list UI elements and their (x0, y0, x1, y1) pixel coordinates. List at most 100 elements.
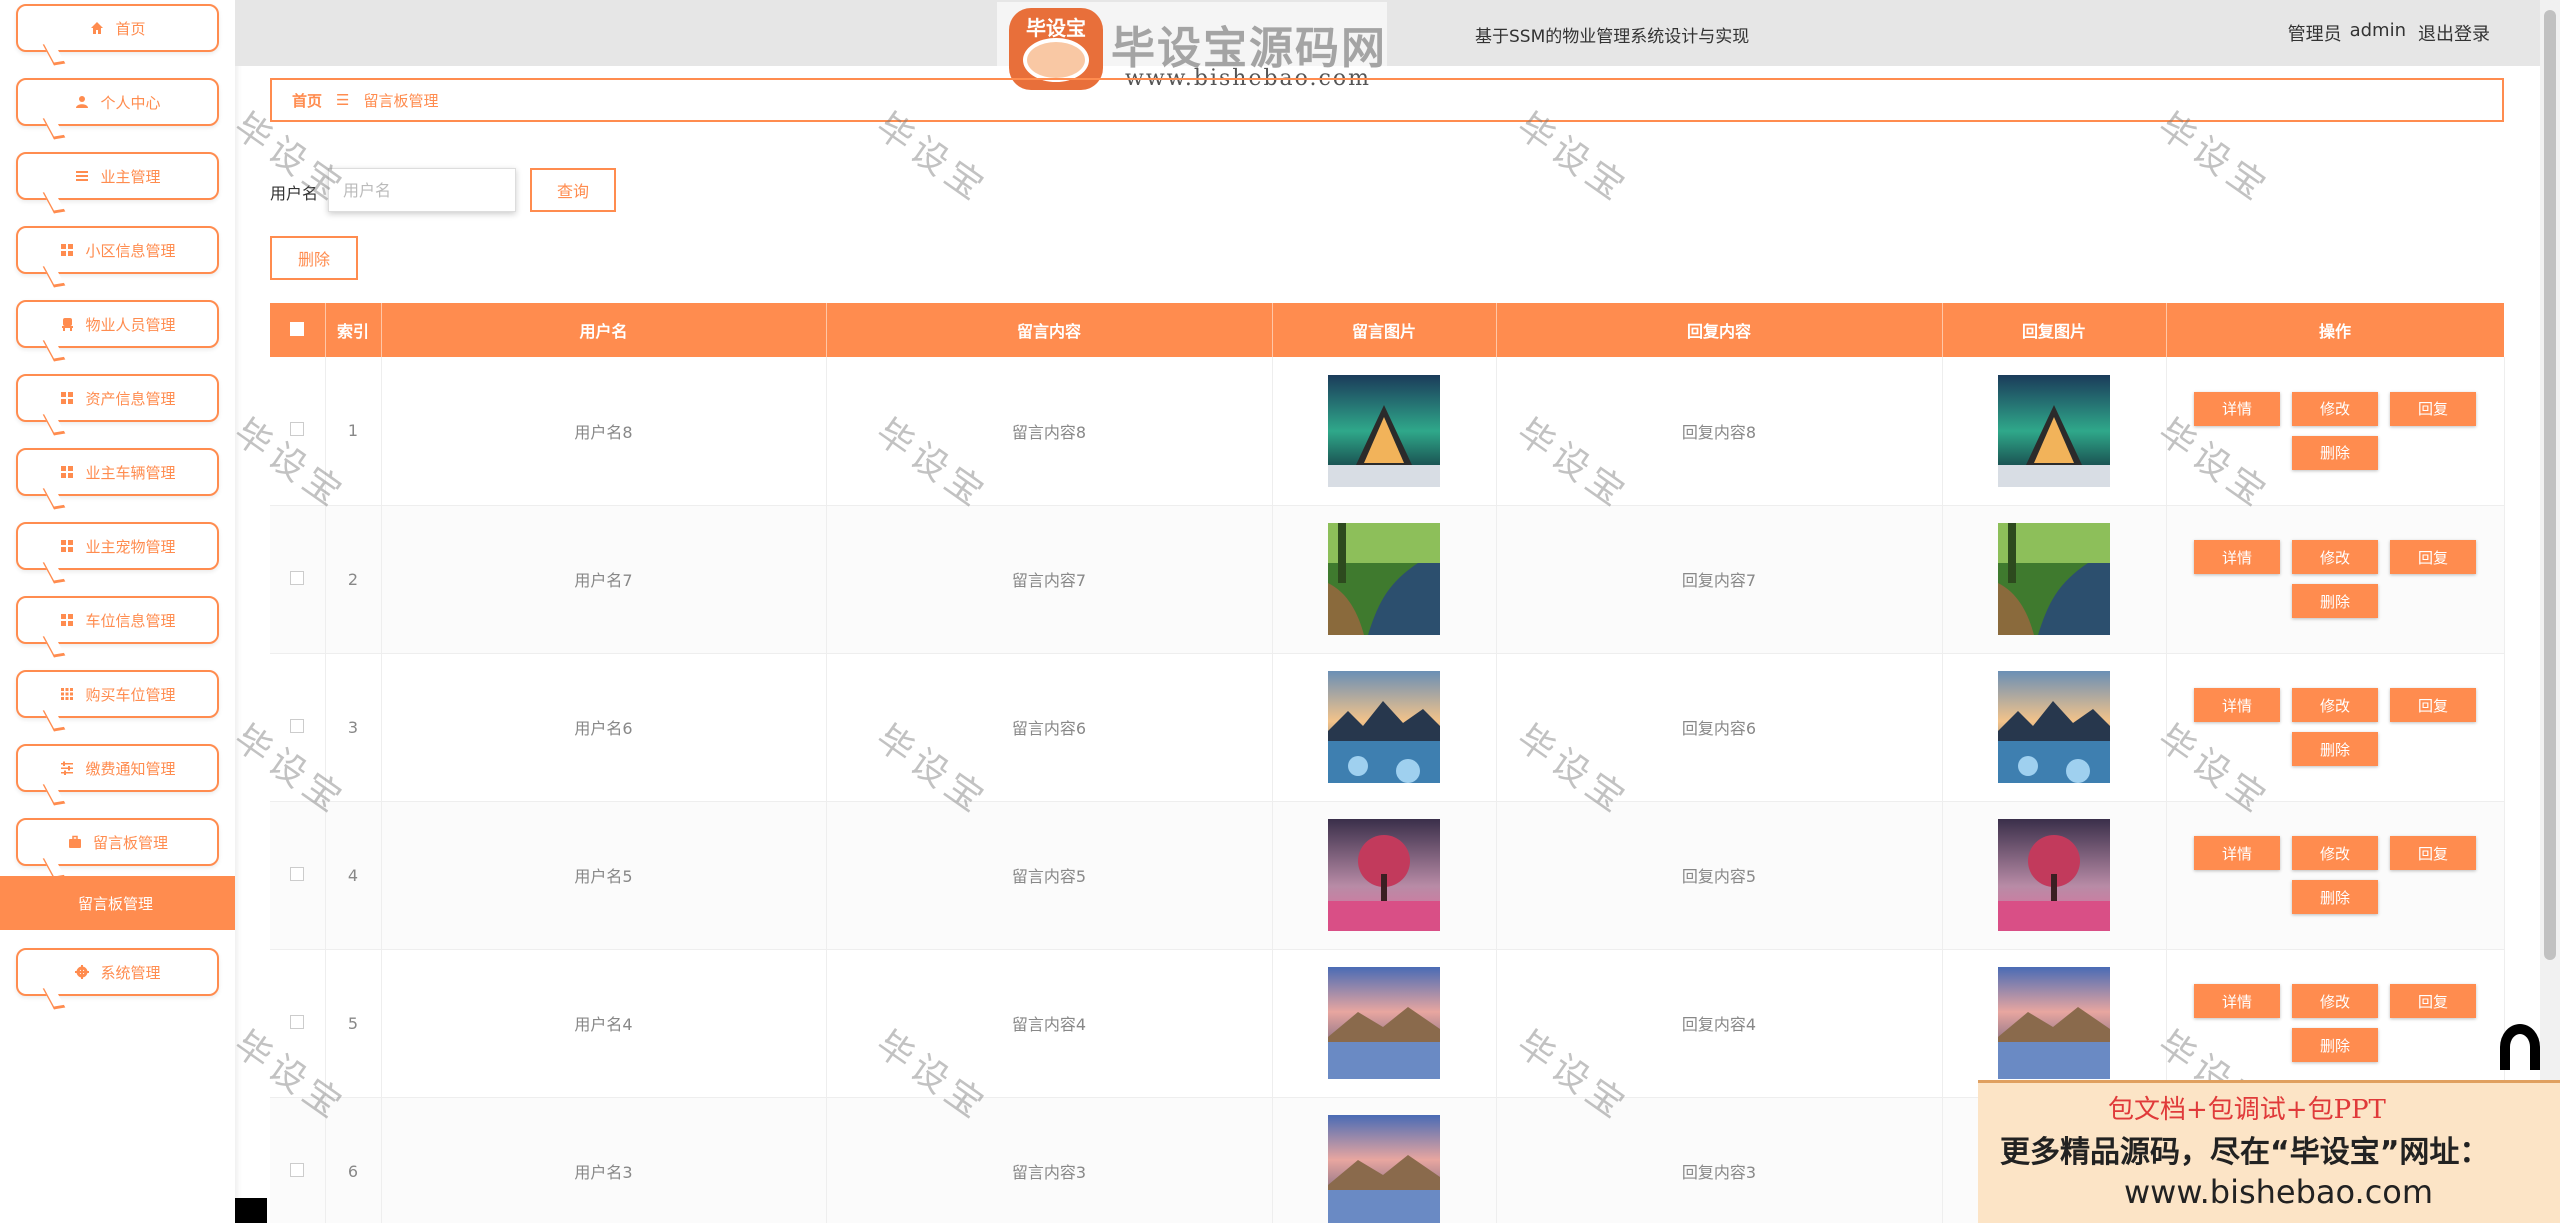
edit-button[interactable]: 修改 (2292, 391, 2378, 426)
row-message-image (1272, 949, 1497, 1098)
sidebar-item-label: 缴费通知管理 (85, 759, 176, 778)
breadcrumb-home[interactable]: 首页 (292, 90, 322, 111)
sidebar-item-system[interactable]: 系统管理 (16, 948, 219, 996)
sidebar-item-label: 物业人员管理 (85, 315, 176, 334)
row-reply-image (1942, 653, 2167, 802)
edit-button[interactable]: 修改 (2292, 836, 2378, 870)
row-checkbox[interactable] (290, 422, 305, 437)
row-select-cell[interactable] (270, 653, 326, 802)
page-title: 基于SSM的物业管理系统设计与实现 (1475, 27, 1750, 47)
sidebar-item-buy-parking[interactable]: 购买车位管理 (16, 670, 219, 718)
image-thumbnail[interactable] (1998, 671, 2110, 783)
row-select-cell[interactable] (270, 357, 326, 506)
image-thumbnail[interactable] (1328, 374, 1440, 487)
sidebar-item-assets[interactable]: 资产信息管理 (16, 374, 219, 422)
row-message-image (1272, 1097, 1497, 1223)
sidebar-item-owners[interactable]: 业主管理 (16, 152, 219, 200)
row-index: 5 (325, 949, 382, 1098)
delete-button[interactable]: 删除 (2292, 435, 2378, 470)
image-thumbnail[interactable] (1998, 523, 2110, 635)
image-thumbnail[interactable] (1998, 374, 2110, 487)
row-checkbox[interactable] (290, 1162, 305, 1177)
row-checkbox[interactable] (290, 718, 305, 733)
sidebar-item-vehicles[interactable]: 业主车辆管理 (16, 448, 219, 496)
row-checkbox[interactable] (290, 1014, 305, 1029)
table-row: 3 用户名6 留言内容6 回复内容6 详情 修改 回复 删除 (270, 653, 2505, 802)
row-select-cell[interactable] (270, 505, 326, 654)
image-thumbnail[interactable] (1998, 819, 2110, 931)
search-button[interactable]: 查询 (530, 168, 616, 212)
row-checkbox[interactable] (290, 570, 305, 585)
detail-button[interactable]: 详情 (2194, 391, 2280, 426)
floating-widget-icon[interactable] (2500, 1024, 2540, 1070)
promo-line3: www.bishebao.com (2124, 1173, 2434, 1211)
detail-button[interactable]: 详情 (2194, 836, 2280, 870)
sidebar: 首页 个人中心 业主管理 小区信息管理 物业人员管理 资产信息管理 业主车辆管理… (0, 0, 235, 1223)
image-thumbnail[interactable] (1328, 1115, 1440, 1223)
image-thumbnail[interactable] (1328, 523, 1440, 635)
search-input[interactable] (328, 168, 516, 212)
image-thumbnail[interactable] (1328, 967, 1440, 1079)
logout-link[interactable]: 退出登录 (2418, 20, 2490, 46)
delete-button[interactable]: 删除 (2292, 732, 2378, 766)
select-all-header[interactable] (270, 303, 326, 357)
sidebar-item-label: 留言板管理 (92, 833, 168, 852)
row-username: 用户名8 (381, 357, 827, 506)
scrollbar-thumb[interactable] (2544, 10, 2556, 960)
edit-button[interactable]: 修改 (2292, 540, 2378, 574)
reply-button[interactable]: 回复 (2390, 836, 2476, 870)
sidebar-item-label: 系统管理 (100, 963, 161, 982)
bulk-delete-button[interactable]: 删除 (270, 236, 358, 280)
row-username: 用户名3 (381, 1097, 827, 1223)
column-header: 回复图片 (1942, 303, 2167, 357)
row-select-cell[interactable] (270, 1097, 326, 1223)
row-index: 1 (325, 357, 382, 506)
settings-icon (74, 964, 90, 980)
edit-button[interactable]: 修改 (2292, 688, 2378, 722)
grid-icon (59, 242, 75, 258)
reply-button[interactable]: 回复 (2390, 540, 2476, 574)
sidebar-item-parking[interactable]: 车位信息管理 (16, 596, 219, 644)
detail-button[interactable]: 详情 (2194, 540, 2280, 574)
sidebar-item-pets[interactable]: 业主宠物管理 (16, 522, 219, 570)
row-select-cell[interactable] (270, 801, 326, 950)
promo-banner: 包文档+包调试+包PPT 更多精品源码，尽在“毕设宝”网址： www.bishe… (1978, 1080, 2560, 1223)
sidebar-subitem-message-board[interactable]: 留言板管理 (0, 876, 235, 930)
reply-button[interactable]: 回复 (2390, 984, 2476, 1018)
row-checkbox[interactable] (290, 866, 305, 881)
sidebar-item-community[interactable]: 小区信息管理 (16, 226, 219, 274)
page-scrollbar[interactable] (2540, 0, 2560, 1223)
sidebar-item-profile[interactable]: 个人中心 (16, 78, 219, 126)
row-content: 留言内容3 (826, 1097, 1273, 1223)
select-all-checkbox[interactable] (290, 321, 305, 336)
grid-icon (59, 390, 75, 406)
detail-button[interactable]: 详情 (2194, 984, 2280, 1018)
reply-button[interactable]: 回复 (2390, 391, 2476, 426)
black-block (235, 1198, 267, 1223)
sidebar-item-home[interactable]: 首页 (16, 4, 219, 52)
image-thumbnail[interactable] (1328, 671, 1440, 783)
row-content: 留言内容4 (826, 949, 1273, 1098)
row-content: 留言内容6 (826, 653, 1273, 802)
row-username: 用户名5 (381, 801, 827, 950)
sidebar-item-message-board[interactable]: 留言板管理 (16, 818, 219, 866)
row-select-cell[interactable] (270, 949, 326, 1098)
sidebar-item-payment-notice[interactable]: 缴费通知管理 (16, 744, 219, 792)
detail-button[interactable]: 详情 (2194, 688, 2280, 722)
edit-button[interactable]: 修改 (2292, 984, 2378, 1018)
delete-button[interactable]: 删除 (2292, 1028, 2378, 1062)
row-reply-image (1942, 949, 2167, 1098)
image-thumbnail[interactable] (1328, 819, 1440, 931)
row-username: 用户名7 (381, 505, 827, 654)
reply-button[interactable]: 回复 (2390, 688, 2476, 722)
row-message-image (1272, 357, 1497, 506)
sidebar-item-staff[interactable]: 物业人员管理 (16, 300, 219, 348)
logo-seal-text: 毕设宝 (1026, 16, 1086, 40)
row-content: 留言内容7 (826, 505, 1273, 654)
row-index: 6 (325, 1097, 382, 1223)
row-reply-image (1942, 801, 2167, 950)
row-reply: 回复内容8 (1496, 357, 1943, 506)
delete-button[interactable]: 删除 (2292, 880, 2378, 914)
image-thumbnail[interactable] (1998, 967, 2110, 1079)
delete-button[interactable]: 删除 (2292, 584, 2378, 618)
